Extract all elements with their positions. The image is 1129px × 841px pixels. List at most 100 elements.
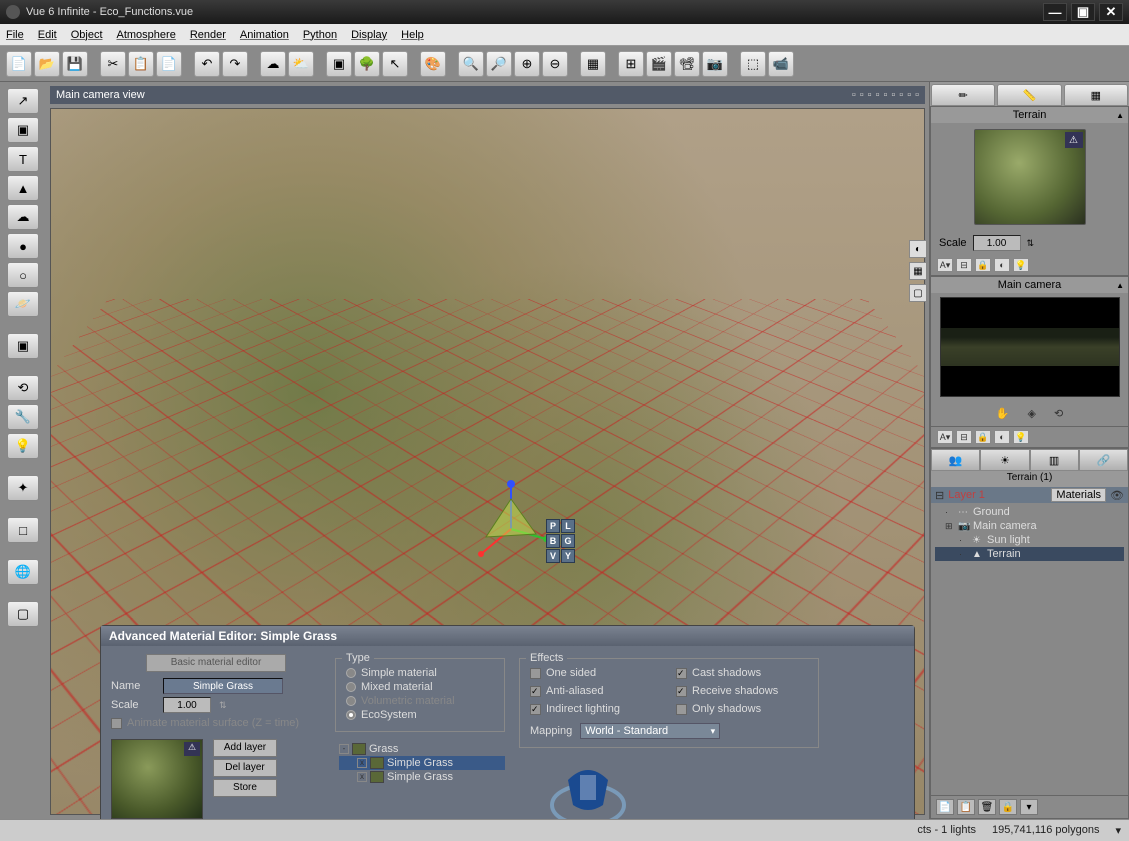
toolbar-undo[interactable]: ↶ [194,51,220,77]
layer-header[interactable]: ⊟ Layer 1 Materials 👁 [931,487,1128,503]
mini-icon[interactable]: 🔒 [975,258,991,272]
mapping-dropdown[interactable]: World - Standard [580,723,720,739]
type-radio[interactable] [346,668,356,678]
viewport-icon[interactable]: ▫ [891,89,895,101]
animate-checkbox[interactable] [111,718,122,729]
panel-tab-boxes[interactable]: ▦ [1064,84,1128,106]
viewport-icon[interactable]: ▫ [883,89,887,101]
scene-tab-bars[interactable]: ▥ [1030,449,1079,471]
panel-tab-eraser[interactable]: ✏ [931,84,995,106]
lefttool-bulb[interactable]: 💡 [7,433,39,459]
toolbar-redo[interactable]: ↷ [222,51,248,77]
menu-file[interactable]: File [6,29,24,41]
toolbar-anim[interactable]: 📽 [674,51,700,77]
toolbar-zoom-fit[interactable]: ⊖ [542,51,568,77]
gizmo-label[interactable]: P [546,519,560,533]
toolbar-zoom-in[interactable]: 🔍 [458,51,484,77]
gizmo-label[interactable]: B [546,534,560,548]
target-icon[interactable]: ◈ [1028,407,1036,420]
menu-help[interactable]: Help [401,29,424,41]
close-button[interactable]: ✕ [1099,3,1123,21]
viewport-icon[interactable]: ▫ [868,89,872,101]
expand-box[interactable]: x [357,772,367,782]
scene-tab-link[interactable]: 🔗 [1079,449,1128,471]
footer-button[interactable]: 📋 [957,799,975,815]
footer-button[interactable]: ▾ [1020,799,1038,815]
viewport-icon[interactable]: ▫ [907,89,911,101]
gizmo-labels[interactable]: PLBGVY [546,519,575,563]
lefttool-text-arrow[interactable]: ↗ [7,88,39,114]
lefttool-cloud[interactable]: ☁ [7,204,39,230]
viewport-icon[interactable]: ▫ [852,89,856,101]
scale-input[interactable] [163,697,211,713]
effect-checkbox[interactable] [676,668,687,679]
toolbar-cursor[interactable]: ↖ [382,51,408,77]
camera-preview[interactable] [940,297,1120,397]
lefttool-cone[interactable]: ▲ [7,175,39,201]
menu-animation[interactable]: Animation [240,29,289,41]
mini-icon[interactable]: 💡 [1013,258,1029,272]
lefttool-world[interactable]: 🌐 [7,559,39,585]
menu-atmosphere[interactable]: Atmosphere [117,29,176,41]
mini-icon[interactable]: 💡 [1013,430,1029,444]
lefttool-cube2[interactable]: ▢ [7,601,39,627]
gizmo-label[interactable]: V [546,549,560,563]
toolbar-cut[interactable]: ✂ [100,51,126,77]
expand-box[interactable]: x [357,758,367,768]
transform-gizmo[interactable] [471,479,551,559]
toolbar-tree[interactable]: 🌳 [354,51,380,77]
side-icon[interactable]: ◐ [909,240,927,258]
toolbar-open[interactable]: 📂 [34,51,60,77]
menu-edit[interactable]: Edit [38,29,57,41]
toolbar-copy[interactable]: 📋 [128,51,154,77]
dropdown-icon[interactable]: ▾ [1115,824,1121,837]
side-icon[interactable]: ▢ [909,284,927,302]
lefttool-rock[interactable]: ● [7,233,39,259]
menu-render[interactable]: Render [190,29,226,41]
lefttool-text[interactable]: T [7,146,39,172]
viewport-icon[interactable]: ▫ [876,89,880,101]
lefttool-rot[interactable]: ⟲ [7,375,39,401]
basic-editor-button[interactable]: Basic material editor [146,654,286,672]
toolbar-palette[interactable]: 🎨 [420,51,446,77]
tree-item[interactable]: ·▲Terrain [935,547,1124,561]
expand-icon[interactable]: ⊟ [935,489,944,502]
tree-item[interactable]: ·☀Sun light [935,533,1124,547]
panel-tab-ruler[interactable]: 📏 [997,84,1061,106]
lefttool-planet[interactable]: 🪐 [7,291,39,317]
effect-checkbox[interactable] [530,668,541,679]
lefttool-sphere[interactable]: ○ [7,262,39,288]
toolbar-save[interactable]: 💾 [62,51,88,77]
layer-tree-item[interactable]: xSimple Grass [339,756,505,770]
lefttool-cube-arrow[interactable]: ▣ [7,333,39,359]
gizmo-label[interactable]: G [561,534,575,548]
materials-tab[interactable]: Materials [1051,488,1106,502]
footer-button[interactable]: 🔒 [999,799,1017,815]
mini-icon[interactable]: ⊟ [956,258,972,272]
toolbar-render-q[interactable]: ▦ [580,51,606,77]
viewport-icon[interactable]: ▫ [899,89,903,101]
footer-button[interactable]: 📄 [936,799,954,815]
toolbar-cam[interactable]: 📹 [768,51,794,77]
expand-box[interactable]: - [339,744,349,754]
gizmo-label[interactable]: L [561,519,575,533]
scale-input[interactable] [973,235,1021,251]
eye-icon[interactable]: 👁 [1110,489,1124,502]
minimize-button[interactable]: — [1043,3,1067,21]
side-icon[interactable]: ▦ [909,262,927,280]
collapse-icon[interactable]: ▲ [1116,111,1124,120]
viewport-icon[interactable]: ▫ [915,89,919,101]
material-preview[interactable]: ⚠ [974,129,1086,225]
viewport-icon[interactable]: ▫ [860,89,864,101]
expand-icon[interactable]: ⊞ [945,521,955,532]
layer-button[interactable]: Add layer [213,739,277,757]
effect-checkbox[interactable] [530,686,541,697]
toolbar-paste[interactable]: 📄 [156,51,182,77]
layer-tree-item[interactable]: xSimple Grass [339,770,505,784]
toolbar-zoom100[interactable]: ⊕ [514,51,540,77]
mini-icon[interactable]: ⊟ [956,430,972,444]
expand-icon[interactable]: · [959,535,969,545]
expand-icon[interactable]: · [945,507,955,517]
mini-icon[interactable]: A▾ [937,430,953,444]
maximize-button[interactable]: ▣ [1071,3,1095,21]
